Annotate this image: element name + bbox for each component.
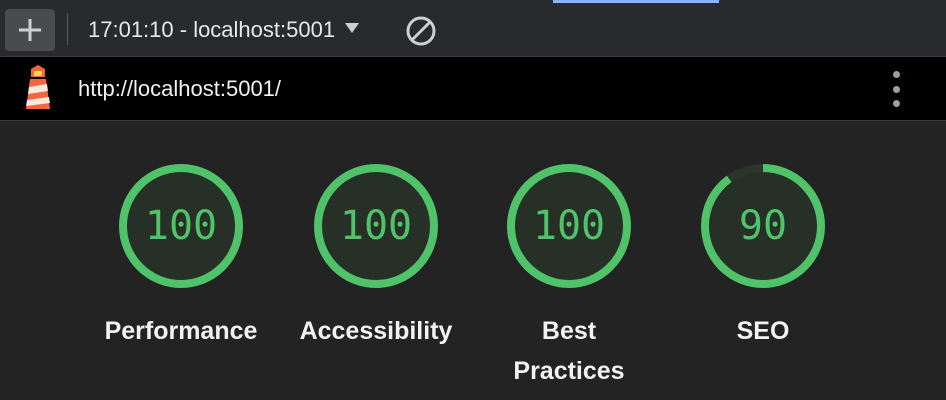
gauge-label-line: Best xyxy=(541,317,597,345)
gauge-performance[interactable]: 100 xyxy=(115,160,247,292)
report-url: http://localhost:5001/ xyxy=(78,76,282,101)
dropdown-caret-icon xyxy=(345,23,360,33)
gauge-label-best-practices: Best Practices xyxy=(479,311,659,391)
gauge-accessibility[interactable]: 100 xyxy=(310,160,442,292)
plus-icon xyxy=(19,19,41,41)
new-report-button[interactable] xyxy=(5,9,55,51)
gauge-score: 100 xyxy=(339,203,413,249)
devtools-toolbar: 17:01:10 - localhost:5001 xyxy=(0,0,946,57)
gauge-score: 100 xyxy=(532,203,606,249)
gauge-label-performance: Performance xyxy=(91,311,271,351)
gauge-label-line: Accessibility xyxy=(299,317,453,345)
gauge-label-seo: SEO xyxy=(673,311,853,351)
toolbar-separator xyxy=(67,13,68,45)
report-selector-label: 17:01:10 - localhost:5001 xyxy=(88,17,336,42)
gauge-label-line: SEO xyxy=(736,317,790,345)
block-icon[interactable] xyxy=(405,15,437,47)
gauge-seo[interactable]: 90 xyxy=(697,160,829,292)
active-tab-indicator xyxy=(553,0,719,3)
gauge-label-accessibility: Accessibility xyxy=(286,311,466,351)
more-vert-icon[interactable] xyxy=(887,71,905,107)
gauge-label-line: Practices xyxy=(513,357,625,385)
gauge-best-practices[interactable]: 100 xyxy=(503,160,635,292)
gauge-score: 90 xyxy=(738,203,788,249)
gauge-score: 100 xyxy=(144,203,218,249)
lighthouse-icon xyxy=(26,65,50,109)
gauge-label-line: Performance xyxy=(104,317,258,345)
report-selector[interactable]: 17:01:10 - localhost:5001 xyxy=(88,16,360,44)
url-bar: http://localhost:5001/ xyxy=(0,57,946,121)
